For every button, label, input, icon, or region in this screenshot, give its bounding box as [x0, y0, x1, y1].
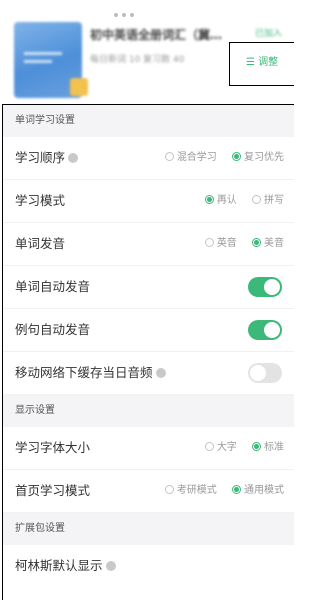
radio-icon — [164, 484, 174, 494]
radio-icon — [252, 194, 261, 204]
setting-home-mode: 首页学习模式 考研模式 通用模式 — [3, 470, 294, 513]
info-icon[interactable] — [68, 152, 79, 163]
book-meta: 每日新词 10 复习数 40 — [90, 55, 185, 65]
radio-icon — [204, 237, 214, 247]
setting-label: 移动网络下缓存当日音频 — [15, 365, 153, 380]
setting-label: 单词发音 — [15, 236, 66, 251]
setting-label: 学习模式 — [15, 193, 66, 208]
setting-cache-audio: 移动网络下缓存当日音频 — [3, 352, 294, 395]
book-cover[interactable] — [14, 22, 88, 98]
toggle-knob — [250, 365, 266, 381]
setting-collins-display[interactable]: 柯林斯默认显示 — [3, 545, 294, 587]
book-tag: 已加入 — [254, 29, 282, 39]
adjust-button[interactable]: ☰ 调整 — [246, 53, 278, 68]
setting-label: 首页学习模式 — [15, 483, 91, 498]
radio-selected-icon — [232, 484, 241, 494]
toggle-knob — [264, 279, 280, 295]
radio-selected-icon — [252, 237, 261, 247]
setting-label: 柯林斯默认显示 — [15, 558, 103, 573]
book-title: 初中英语全册词汇（冀… — [90, 28, 223, 42]
radio-selected-icon — [252, 441, 261, 451]
toggle-knob — [264, 322, 280, 338]
setting-study-mode: 学习模式 再认 拼写 — [3, 180, 294, 223]
book-badge-icon — [70, 78, 88, 96]
option-standard-font[interactable]: 标准 — [252, 427, 284, 469]
option-general-mode[interactable]: 通用模式 — [232, 470, 284, 512]
option-mixed-study[interactable]: 混合学习 — [164, 137, 217, 179]
radio-icon — [164, 151, 174, 161]
setting-auto-word-audio: 单词自动发音 — [3, 266, 294, 309]
auto-word-audio-toggle[interactable] — [248, 277, 282, 297]
option-spell[interactable]: 拼写 — [252, 180, 284, 222]
setting-label: 单词自动发音 — [15, 279, 91, 294]
setting-pronunciation: 单词发音 英音 美音 — [3, 223, 294, 266]
info-icon[interactable] — [155, 367, 166, 378]
auto-sentence-audio-toggle[interactable] — [248, 320, 282, 340]
option-exam-mode[interactable]: 考研模式 — [164, 470, 217, 512]
option-british[interactable]: 英音 — [204, 223, 237, 265]
setting-study-order: 学习顺序 混合学习 复习优先 — [3, 137, 294, 180]
option-large-font[interactable]: 大字 — [204, 427, 237, 469]
section-header-word-study: 单词学习设置 — [3, 105, 294, 137]
option-review-first[interactable]: 复习优先 — [232, 137, 284, 179]
page-indicator — [114, 2, 174, 17]
section-header-expansion: 扩展包设置 — [3, 513, 294, 545]
option-recognize[interactable]: 再认 — [204, 180, 237, 222]
setting-label: 例句自动发音 — [15, 322, 91, 337]
section-header-display: 显示设置 — [3, 395, 294, 427]
radio-selected-icon — [232, 151, 241, 161]
radio-icon — [204, 441, 214, 451]
setting-auto-sentence-audio: 例句自动发音 — [3, 309, 294, 352]
option-american[interactable]: 美音 — [252, 223, 284, 265]
info-icon[interactable] — [105, 560, 116, 571]
book-header: 初中英语全册词汇（冀… 已加入 每日新词 10 复习数 40 ☰ 调整 — [0, 0, 294, 104]
setting-label: 学习顺序 — [15, 150, 66, 165]
settings-panel: 单词学习设置 学习顺序 混合学习 复习优先 学习模式 再认 拼写 单词发音 英音… — [2, 104, 294, 600]
setting-font-size: 学习字体大小 大字 标准 — [3, 427, 294, 470]
radio-selected-icon — [204, 194, 214, 204]
setting-label: 学习字体大小 — [15, 440, 91, 455]
adjust-highlight-box: ☰ 调整 — [229, 42, 294, 86]
cache-audio-toggle[interactable] — [248, 363, 282, 383]
